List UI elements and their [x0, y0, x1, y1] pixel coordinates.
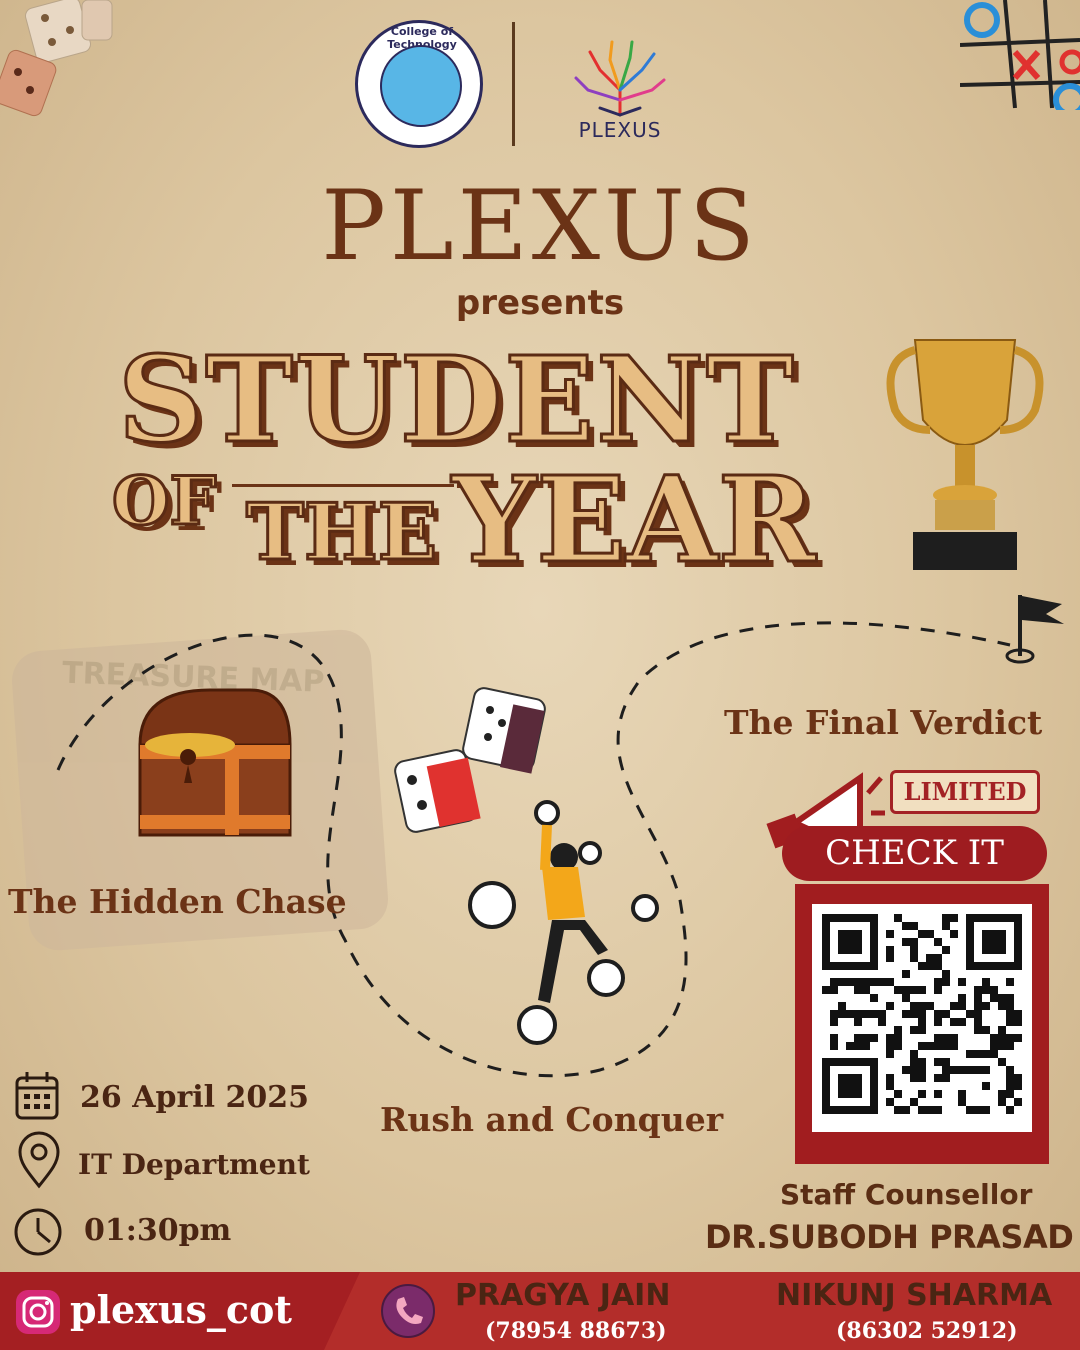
qr-code-area[interactable] [812, 904, 1032, 1132]
section-hidden-chase: The Hidden Chase [8, 882, 347, 921]
check-it-button[interactable]: CHECK IT [782, 826, 1047, 881]
instagram-icon[interactable] [14, 1288, 62, 1336]
climber-clocks-icon [468, 800, 659, 1045]
event-date: 26 April 2025 [80, 1080, 309, 1115]
event-poster: College of Technology PLEXUS PLEXUS pres… [0, 0, 1080, 1350]
calendar-icon [15, 1072, 59, 1120]
event-time: 01:30pm [84, 1213, 232, 1248]
contact-name: PRAGYA JAIN [455, 1278, 671, 1313]
section-final-verdict: The Final Verdict [724, 703, 1043, 742]
contact-name: NIKUNJ SHARMA [776, 1278, 1053, 1313]
staff-counsellor-name: DR.SUBODH PRASAD [705, 1218, 1074, 1256]
flag-icon [1005, 595, 1064, 664]
event-venue: IT Department [78, 1148, 310, 1181]
location-icon [18, 1131, 60, 1189]
treasure-chest-icon [138, 688, 292, 837]
limited-badge: LIMITED [890, 770, 1040, 814]
section-rush-and-conquer: Rush and Conquer [380, 1100, 724, 1139]
phone-icon [381, 1284, 435, 1338]
instagram-handle[interactable]: plexus_cot [70, 1287, 292, 1332]
clock-icon [14, 1208, 62, 1256]
qr-code[interactable] [812, 904, 1032, 1132]
staff-counsellor-label: Staff Counsellor [780, 1178, 1033, 1211]
contact-phone[interactable]: (78954 88673) [485, 1318, 667, 1344]
contact-phone[interactable]: (86302 52912) [836, 1318, 1018, 1344]
